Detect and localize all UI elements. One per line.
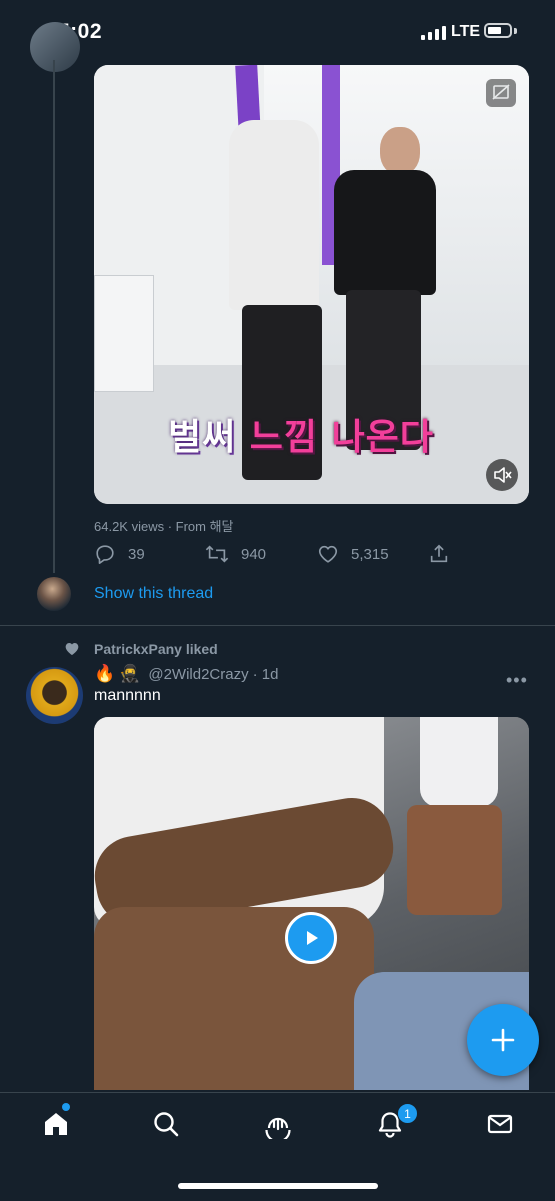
social-context[interactable]: PatrickxPany liked: [64, 640, 218, 658]
compose-tweet-button[interactable]: [467, 1004, 539, 1076]
notifications-badge: 1: [397, 1103, 418, 1124]
share-icon: [430, 544, 448, 563]
tweet-time: · 1d: [252, 665, 279, 683]
retweet-count: 940: [241, 545, 267, 563]
video-scene-person: [420, 717, 498, 807]
avatar[interactable]: [37, 577, 71, 611]
like-button[interactable]: 5,315: [317, 543, 389, 565]
sensitive-content-icon[interactable]: [486, 79, 516, 107]
nav-home[interactable]: [40, 1108, 72, 1140]
home-icon: [45, 1113, 67, 1135]
video-scene-person: [229, 120, 319, 310]
show-thread-link[interactable]: Show this thread: [94, 585, 213, 603]
video-scene-radiator: [94, 275, 154, 392]
thread-line: [53, 60, 55, 573]
views-count: 64.2K views · From 해달: [94, 519, 234, 534]
new-content-dot: [62, 1103, 70, 1111]
spaces-icon: [265, 1117, 291, 1139]
signal-icon: [421, 26, 446, 40]
network-label: LTE: [451, 23, 481, 40]
share-button[interactable]: [428, 543, 462, 565]
mute-icon[interactable]: [486, 459, 518, 491]
heart-icon: [65, 643, 79, 655]
battery-icon: [484, 23, 512, 38]
liked-by-label: PatrickxPany liked: [94, 641, 218, 657]
tweet-text: mannnnn: [94, 687, 161, 704]
home-indicator[interactable]: [178, 1183, 378, 1189]
video-subtitle: 벌써 느낌 나온다: [168, 417, 434, 458]
author-handle[interactable]: @2Wild2Crazy: [148, 666, 248, 683]
like-count: 5,315: [351, 545, 389, 563]
search-icon: [154, 1112, 179, 1137]
mail-icon: [487, 1114, 513, 1134]
video-scene-person: [407, 805, 502, 915]
heart-icon: [318, 545, 338, 563]
more-options-icon[interactable]: •••: [506, 670, 528, 691]
nav-messages[interactable]: [484, 1108, 516, 1140]
reply-count: 39: [128, 545, 145, 563]
battery-tip: [514, 28, 517, 34]
video-scene-person: [334, 170, 436, 295]
reply-icon: [96, 545, 114, 564]
fire-emoji: 🔥: [94, 664, 116, 684]
nav-search[interactable]: [150, 1108, 182, 1140]
tweet-video[interactable]: [94, 717, 529, 1090]
play-icon: [307, 931, 318, 945]
retweet-button[interactable]: 940: [205, 543, 266, 565]
reply-button[interactable]: 39: [94, 543, 145, 565]
play-button[interactable]: [285, 912, 337, 964]
ninja-emoji: 🥷: [119, 664, 141, 684]
tweet-video[interactable]: 벌써 느낌 나온다: [94, 65, 529, 504]
plus-icon: [491, 1028, 515, 1052]
tweet-author-row[interactable]: 🔥 🥷 @2Wild2Crazy · 1d: [94, 664, 278, 684]
avatar[interactable]: [30, 22, 80, 72]
nav-spaces[interactable]: [262, 1108, 294, 1140]
avatar[interactable]: [26, 667, 83, 724]
divider: [0, 625, 555, 626]
retweet-icon: [205, 545, 229, 563]
video-scene-person: [380, 127, 420, 175]
